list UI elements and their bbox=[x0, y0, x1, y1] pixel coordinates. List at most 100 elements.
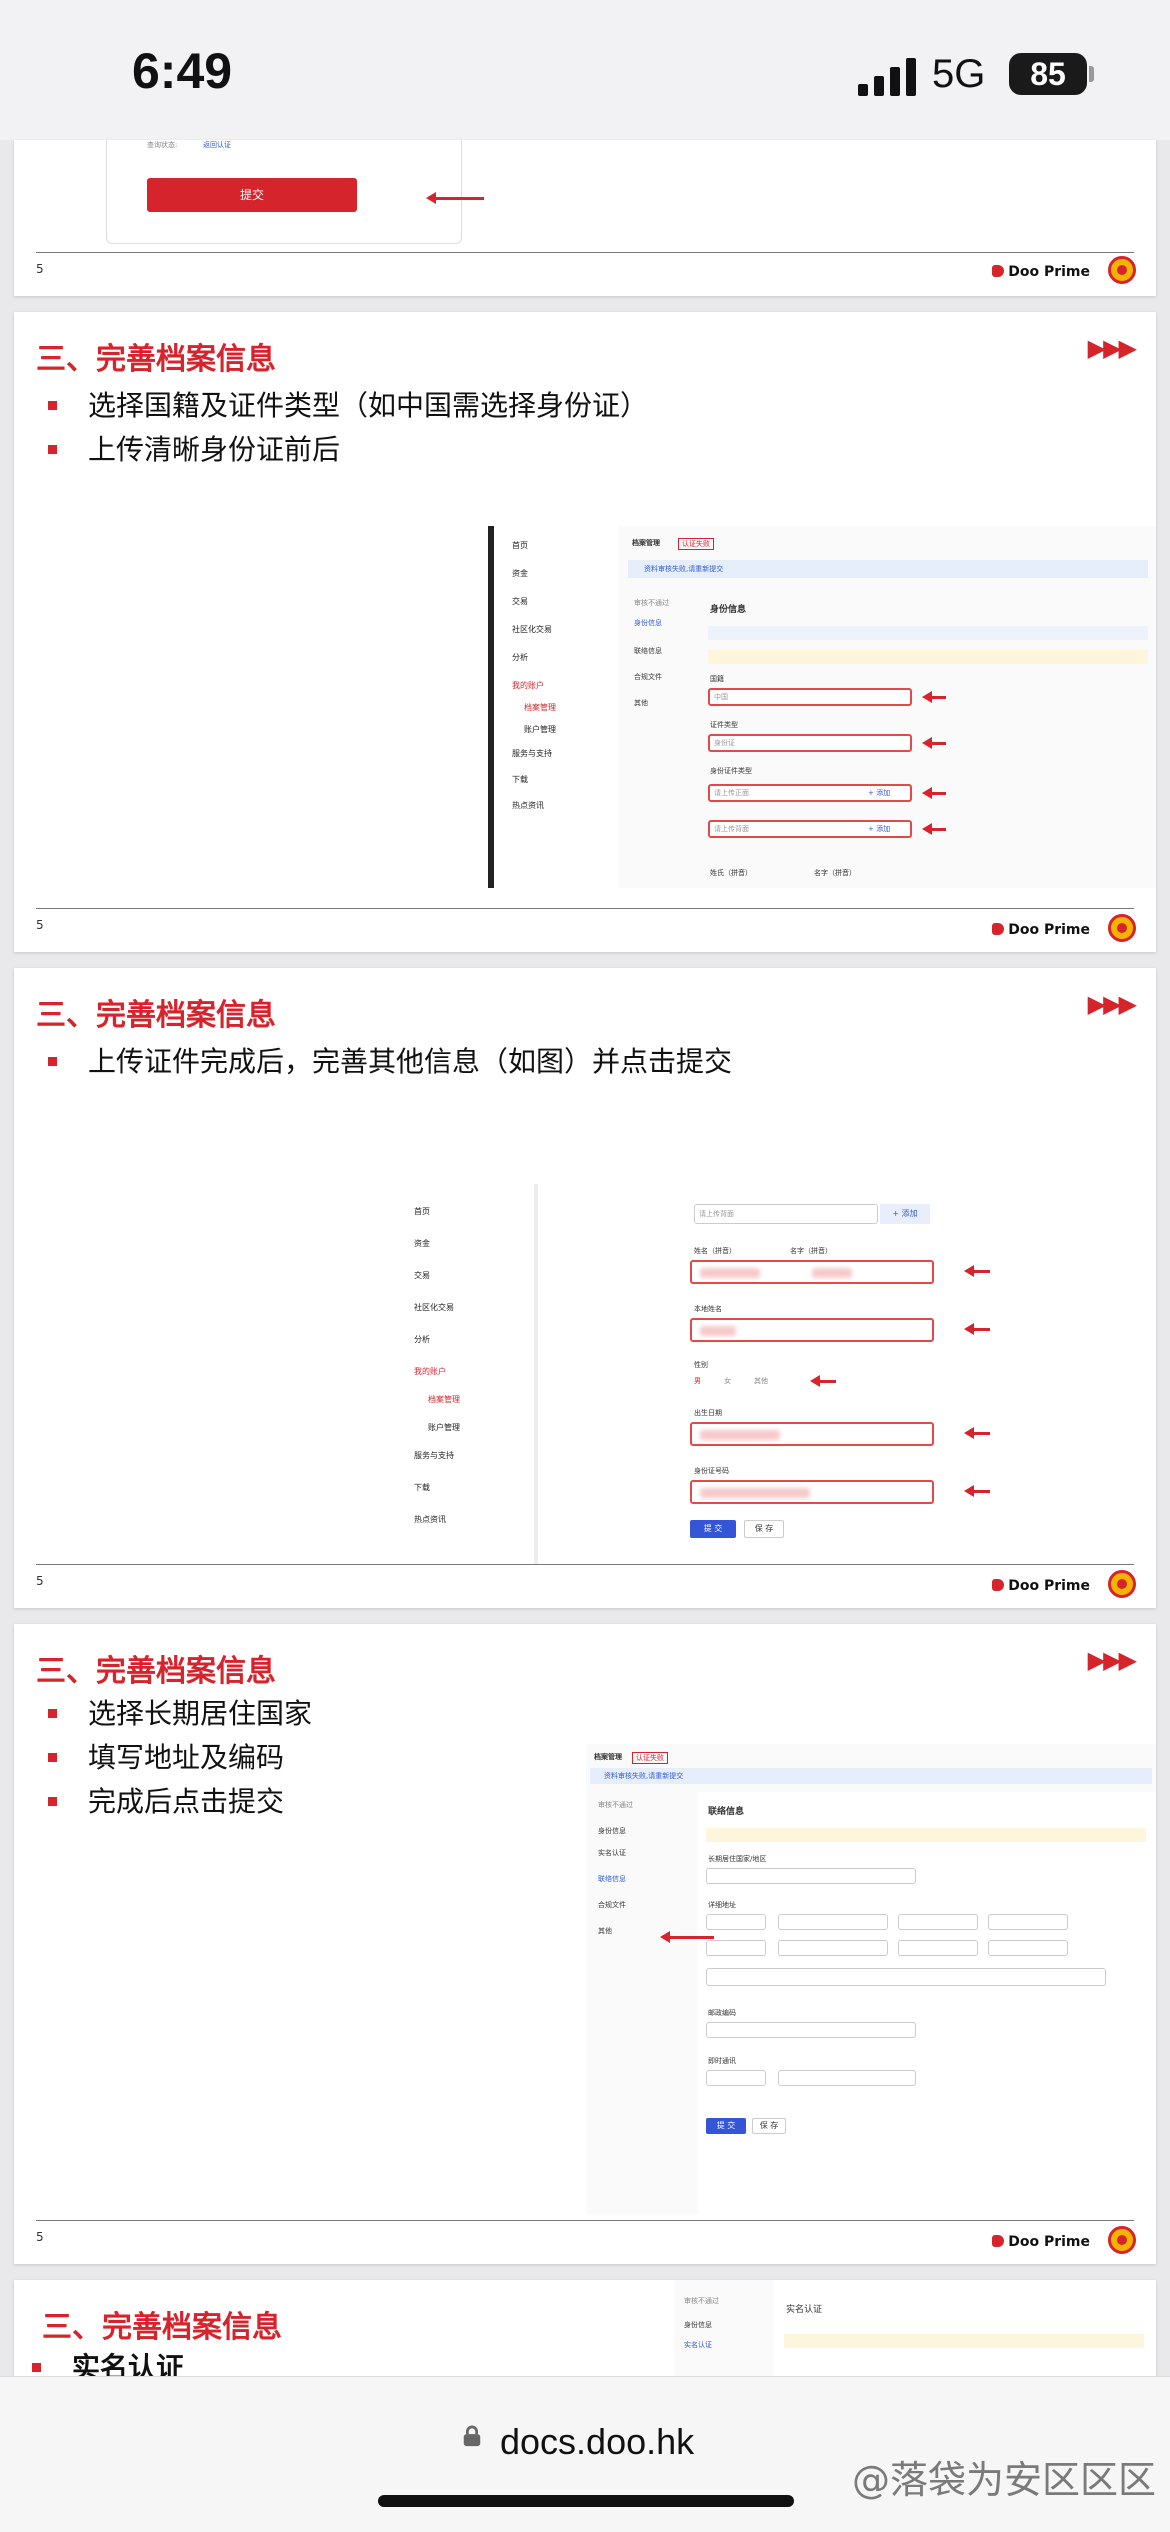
local-name-field[interactable] bbox=[690, 1318, 934, 1342]
address-part[interactable] bbox=[898, 1914, 978, 1930]
bullet-item: 实名认证 bbox=[28, 2346, 184, 2376]
section-heading: 身份信息 bbox=[710, 605, 747, 615]
submit-button[interactable]: 提 交 bbox=[706, 2118, 746, 2134]
id-type-select[interactable]: 身份证 bbox=[708, 734, 912, 752]
address-part[interactable] bbox=[706, 1940, 766, 1956]
club-crest-icon bbox=[1108, 1570, 1136, 1598]
nav-support[interactable]: 服务与支持 bbox=[414, 1450, 454, 1461]
nav-home[interactable]: 首页 bbox=[512, 540, 528, 551]
nav-home[interactable]: 首页 bbox=[414, 1206, 430, 1217]
add-button[interactable]: + 添加 bbox=[880, 1204, 930, 1224]
nav-accounts[interactable]: 账户管理 bbox=[524, 724, 556, 735]
messenger-type-select[interactable] bbox=[706, 2070, 766, 2086]
side-identity[interactable]: 身份信息 bbox=[634, 618, 662, 628]
side-status: 审核不通过 bbox=[634, 599, 669, 607]
messenger-account-field[interactable] bbox=[778, 2070, 916, 2086]
red-arrow-icon bbox=[964, 1323, 990, 1335]
nav-analysis[interactable]: 分析 bbox=[414, 1334, 430, 1345]
triple-arrow-icon: ▶▶▶ bbox=[1087, 334, 1137, 362]
bullet-list: 选择长期居住国家 填写地址及编码 完成后点击提交 bbox=[44, 1692, 312, 1824]
nav-trade[interactable]: 交易 bbox=[512, 596, 528, 607]
side-other[interactable]: 其他 bbox=[598, 1926, 612, 1936]
triple-arrow-icon: ▶▶▶ bbox=[1087, 990, 1137, 1018]
nav-social[interactable]: 社区化交易 bbox=[414, 1302, 454, 1313]
side-compliance[interactable]: 合规文件 bbox=[598, 1900, 626, 1910]
side-real-name[interactable]: 实名认证 bbox=[598, 1848, 626, 1858]
side-contact[interactable]: 联络信息 bbox=[634, 646, 662, 656]
gender-option-female[interactable]: 女 bbox=[724, 1376, 731, 1386]
birthdate-field[interactable] bbox=[690, 1422, 934, 1446]
nav-social[interactable]: 社区化交易 bbox=[512, 624, 552, 635]
address-part[interactable] bbox=[706, 1914, 766, 1930]
nationality-select[interactable]: 中国 bbox=[708, 688, 912, 706]
nav-support[interactable]: 服务与支持 bbox=[512, 748, 552, 759]
home-indicator[interactable] bbox=[378, 2495, 794, 2507]
residence-select[interactable] bbox=[706, 1868, 916, 1884]
gender-option-other[interactable]: 其他 bbox=[754, 1376, 768, 1386]
nav-news[interactable]: 热点资讯 bbox=[512, 800, 544, 811]
club-crest-icon bbox=[1108, 256, 1136, 284]
address-part[interactable] bbox=[988, 1940, 1068, 1956]
network-type: 5G bbox=[932, 52, 986, 96]
upload-back-field[interactable]: 请上传背面 bbox=[694, 1204, 878, 1224]
nav-my-account[interactable]: 我的账户 bbox=[414, 1366, 446, 1377]
slide-title: 三、完善档案信息 bbox=[36, 1654, 276, 1689]
nav-download[interactable]: 下载 bbox=[512, 774, 528, 785]
nav-profile[interactable]: 档案管理 bbox=[524, 702, 556, 713]
save-button[interactable]: 保 存 bbox=[744, 1520, 784, 1538]
add-front-button[interactable]: + 添加 bbox=[868, 788, 890, 798]
red-arrow-icon bbox=[660, 1931, 714, 1943]
page-header: 档案管理 bbox=[594, 1753, 622, 1761]
slide-nationality: 三、完善档案信息 ▶▶▶ 选择国籍及证件类型（如中国需选择身份证） 上传清晰身份… bbox=[14, 312, 1156, 952]
bullet-item: 填写地址及编码 bbox=[44, 1736, 312, 1780]
gender-option-male[interactable]: 男 bbox=[694, 1376, 701, 1386]
nav-my-account[interactable]: 我的账户 bbox=[512, 680, 544, 691]
address-part[interactable] bbox=[778, 1940, 888, 1956]
side-other[interactable]: 其他 bbox=[634, 698, 648, 708]
side-contact[interactable]: 联络信息 bbox=[598, 1874, 626, 1884]
lock-icon bbox=[463, 2425, 481, 2447]
warning-bar bbox=[708, 650, 1148, 664]
side-identity[interactable]: 身份信息 bbox=[598, 1826, 626, 1836]
bullet-item: 选择国籍及证件类型（如中国需选择身份证） bbox=[44, 384, 648, 428]
address-bar-url[interactable]: docs.doo.hk bbox=[500, 2421, 694, 2463]
nav-download[interactable]: 下载 bbox=[414, 1482, 430, 1493]
name-field[interactable] bbox=[690, 1260, 934, 1284]
nav-trade[interactable]: 交易 bbox=[414, 1270, 430, 1281]
side-compliance[interactable]: 合规文件 bbox=[634, 672, 662, 682]
nav-profile[interactable]: 档案管理 bbox=[428, 1394, 460, 1405]
page-number: 5 bbox=[36, 2230, 44, 2244]
footer-divider bbox=[36, 252, 1134, 253]
nav-analysis[interactable]: 分析 bbox=[512, 652, 528, 663]
address-detail-field[interactable] bbox=[706, 1968, 1106, 1986]
nav-funds[interactable]: 资金 bbox=[414, 1238, 430, 1249]
nav-accounts[interactable]: 账户管理 bbox=[428, 1422, 460, 1433]
club-crest-icon bbox=[1108, 2226, 1136, 2254]
add-back-button[interactable]: + 添加 bbox=[868, 824, 890, 834]
postcode-field[interactable] bbox=[706, 2022, 916, 2038]
bullet-list: 选择国籍及证件类型（如中国需选择身份证） 上传清晰身份证前后 bbox=[44, 384, 648, 472]
submit-button[interactable]: 提交 bbox=[147, 178, 357, 212]
bullet-item: 选择长期居住国家 bbox=[44, 1692, 312, 1736]
sidebar-edge bbox=[488, 526, 494, 888]
section-heading: 实名认证 bbox=[786, 2305, 823, 2315]
submit-button[interactable]: 提 交 bbox=[690, 1520, 736, 1538]
return-link[interactable]: 返回认证 bbox=[203, 140, 231, 150]
status-badge: 认证失败 bbox=[678, 538, 714, 550]
side-real-name[interactable]: 实名认证 bbox=[684, 2340, 712, 2350]
side-identity[interactable]: 身份信息 bbox=[684, 2320, 712, 2330]
nav-news[interactable]: 热点资讯 bbox=[414, 1514, 446, 1525]
id-number-field[interactable] bbox=[690, 1480, 934, 1504]
watermark: @落袋为安区区区 bbox=[851, 2458, 1156, 2502]
label-messenger: 即时通讯 bbox=[708, 2057, 736, 2065]
address-part[interactable] bbox=[898, 1940, 978, 1956]
nav-funds[interactable]: 资金 bbox=[512, 568, 528, 579]
address-part[interactable] bbox=[988, 1914, 1068, 1930]
save-button[interactable]: 保 存 bbox=[752, 2118, 786, 2134]
page-number: 5 bbox=[36, 262, 44, 276]
cellular-signal-icon bbox=[858, 58, 916, 96]
slide-partial-top: 查询状态: 返回认证 提交 5 Doo Prime bbox=[14, 140, 1156, 296]
address-part[interactable] bbox=[778, 1914, 888, 1930]
slide-personal-info: 三、完善档案信息 ▶▶▶ 上传证件完成后，完善其他信息（如图）并点击提交 首页 … bbox=[14, 968, 1156, 1608]
form-card: 查询状态: 返回认证 提交 bbox=[106, 140, 462, 244]
